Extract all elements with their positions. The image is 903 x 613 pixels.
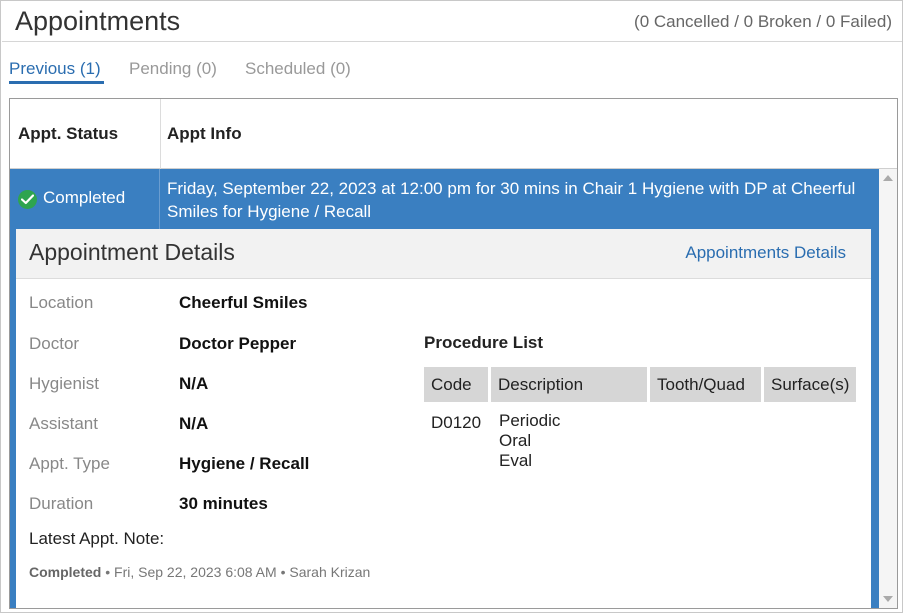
- table-row[interactable]: Completed Friday, September 22, 2023 at …: [10, 169, 879, 229]
- location-value: Cheerful Smiles: [179, 293, 308, 312]
- appt-type-label: Appt. Type: [29, 454, 110, 473]
- assistant-label: Assistant: [29, 414, 98, 433]
- proc-header-surface: Surface(s): [764, 367, 856, 402]
- note-separator: •: [280, 564, 286, 580]
- hygienist-value: N/A: [179, 374, 209, 393]
- proc-header-code: Code: [424, 367, 488, 402]
- appointments-table: Appt. Status Appt Info Completed Friday,…: [9, 98, 898, 609]
- active-tab-indicator: [9, 81, 104, 84]
- tab-previous[interactable]: Previous (1): [9, 59, 101, 79]
- appointment-info: Friday, September 22, 2023 at 12:00 pm f…: [167, 179, 856, 221]
- check-circle-icon: [18, 190, 37, 209]
- procedure-list-title: Procedure List: [424, 333, 544, 352]
- column-header-status[interactable]: Appt. Status: [18, 99, 118, 169]
- cancel-summary: (0 Cancelled / 0 Broken / 0 Failed): [634, 12, 892, 31]
- details-header: Appointment Details Appointments Details: [16, 229, 871, 279]
- column-divider: [160, 99, 161, 169]
- proc-description: Periodic Oral Eval: [499, 411, 561, 470]
- appointments-panel: Appointments (0 Cancelled / 0 Broken / 0…: [0, 0, 903, 613]
- page-title: Appointments: [15, 6, 181, 36]
- appointment-details-panel: Appointment Details Appointments Details…: [10, 229, 879, 608]
- scroll-up-arrow-icon[interactable]: [883, 175, 893, 181]
- vertical-scrollbar[interactable]: [879, 169, 897, 608]
- scroll-down-arrow-icon[interactable]: [883, 596, 893, 602]
- assistant-value: N/A: [179, 414, 209, 433]
- hygienist-label: Hygienist: [29, 374, 99, 393]
- proc-header-description: Description: [491, 367, 647, 402]
- duration-label: Duration: [29, 494, 94, 513]
- status-cell: Completed: [10, 169, 160, 229]
- duration-value: 30 minutes: [179, 494, 268, 513]
- location-label: Location: [29, 293, 94, 312]
- note-meta: Completed • Fri, Sep 22, 2023 6:08 AM • …: [29, 564, 370, 580]
- details-title: Appointment Details: [29, 239, 235, 265]
- proc-code: D0120: [431, 413, 482, 432]
- tab-scheduled[interactable]: Scheduled (0): [245, 59, 351, 79]
- appt-type-value: Hygiene / Recall: [179, 454, 310, 473]
- latest-note-label: Latest Appt. Note:: [29, 529, 165, 548]
- table-header: Appt. Status Appt Info: [10, 99, 897, 169]
- tab-pending[interactable]: Pending (0): [129, 59, 217, 79]
- details-body: Appointment Details Appointments Details…: [16, 229, 871, 608]
- panel-header: Appointments (0 Cancelled / 0 Broken / 0…: [2, 2, 902, 42]
- note-author: Sarah Krizan: [289, 564, 371, 580]
- column-header-info[interactable]: Appt Info: [167, 99, 242, 169]
- note-status: Completed: [29, 564, 102, 580]
- proc-header-tooth: Tooth/Quad: [650, 367, 761, 402]
- appointments-details-link[interactable]: Appointments Details: [685, 243, 846, 263]
- note-separator: •: [105, 564, 111, 580]
- doctor-value: Doctor Pepper: [179, 334, 297, 353]
- status-label: Completed: [43, 188, 126, 207]
- note-timestamp: Fri, Sep 22, 2023 6:08 AM: [114, 564, 277, 580]
- doctor-label: Doctor: [29, 334, 80, 353]
